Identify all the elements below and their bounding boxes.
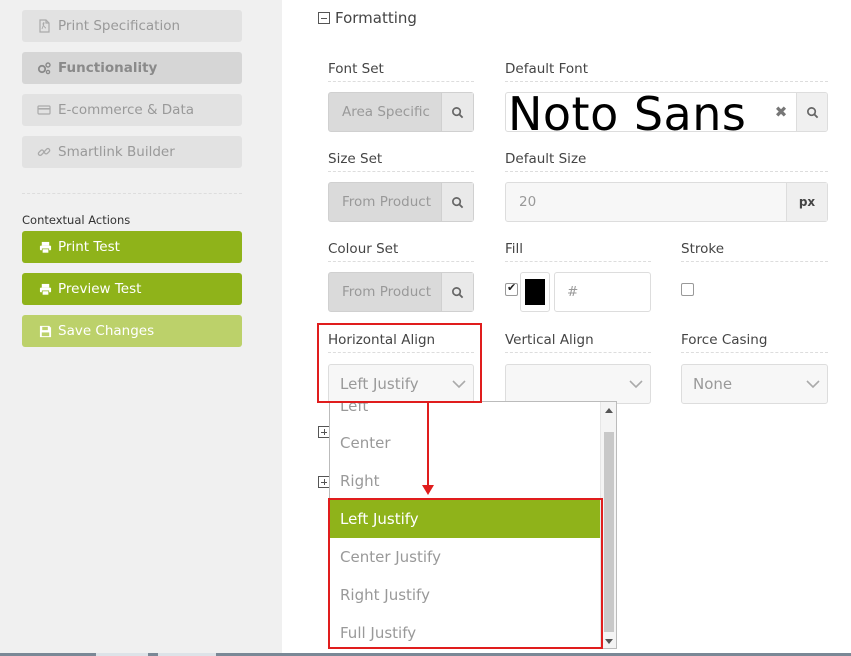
search-icon[interactable]: [441, 93, 473, 131]
search-icon[interactable]: [441, 273, 473, 311]
cogs-icon: [36, 60, 52, 76]
floppy-disk-icon: [37, 323, 53, 339]
chevron-down-icon: [799, 379, 827, 389]
font-set-value: Area Specific: [342, 104, 430, 120]
nav-ecommerce-data[interactable]: E-commerce & Data: [22, 94, 242, 126]
sidebar-divider: [22, 193, 242, 194]
sidebar: Print Specification Functionality E-comm…: [0, 0, 282, 656]
nav-smartlink-builder[interactable]: Smartlink Builder: [22, 136, 242, 168]
stroke-label: Stroke: [681, 241, 828, 262]
nav-label: Functionality: [58, 60, 158, 76]
default-size-field[interactable]: 20 px: [505, 182, 828, 222]
section-title: Formatting: [335, 9, 417, 27]
save-changes-button[interactable]: Save Changes: [22, 315, 242, 347]
collapse-icon: [318, 12, 330, 24]
default-size-value: 20: [519, 194, 537, 210]
fill-colour-picker[interactable]: [520, 272, 550, 312]
annotation-highlight-options: [328, 498, 603, 649]
font-set-label: Font Set: [328, 61, 474, 82]
nav-label: Print Specification: [58, 18, 181, 34]
size-set-field[interactable]: From Product: [328, 182, 474, 222]
default-size-label: Default Size: [505, 151, 828, 172]
contextual-actions-title: Contextual Actions: [22, 213, 131, 227]
colour-set-field[interactable]: From Product: [328, 272, 474, 312]
nav-label: E-commerce & Data: [58, 102, 195, 118]
preview-test-button[interactable]: Preview Test: [22, 273, 242, 305]
hex-placeholder: #: [567, 284, 579, 300]
clear-icon[interactable]: ✖: [766, 93, 796, 131]
dropdown-option[interactable]: Left: [330, 402, 601, 425]
colour-set-value: From Product: [342, 284, 431, 300]
scroll-down-arrow-icon[interactable]: [605, 639, 613, 644]
size-set-value: From Product: [342, 194, 431, 210]
fill-checkbox[interactable]: [505, 281, 518, 296]
vertical-align-select[interactable]: [505, 364, 651, 404]
action-label: Preview Test: [58, 281, 142, 297]
nav-print-specification[interactable]: Print Specification: [22, 10, 242, 42]
colour-set-label: Colour Set: [328, 241, 474, 262]
fill-hex-input[interactable]: #: [554, 272, 651, 312]
annotation-arrow-head: [422, 485, 434, 495]
stroke-checkbox[interactable]: [681, 283, 694, 296]
link-icon: [36, 144, 52, 160]
dropdown-option[interactable]: Center: [330, 424, 601, 462]
fill-label: Fill: [505, 241, 651, 262]
chevron-down-icon: [622, 379, 650, 389]
search-icon[interactable]: [796, 93, 827, 131]
pdf-file-icon: [36, 18, 52, 34]
annotation-highlight-select: [317, 323, 482, 403]
fill-colour-swatch: [525, 279, 545, 305]
default-font-preview: Noto Sans: [508, 92, 747, 132]
credit-card-icon: [36, 102, 52, 118]
annotation-arrow-line: [427, 401, 429, 487]
dropdown-option[interactable]: Right: [330, 462, 601, 500]
scrollbar-thumb[interactable]: [604, 432, 614, 632]
print-test-button[interactable]: Print Test: [22, 231, 242, 263]
nav-label: Smartlink Builder: [58, 144, 175, 160]
size-set-label: Size Set: [328, 151, 474, 172]
printer-icon: [37, 239, 53, 255]
font-set-field[interactable]: Area Specific: [328, 92, 474, 132]
vertical-align-label: Vertical Align: [505, 332, 651, 353]
action-label: Print Test: [58, 239, 120, 255]
search-icon[interactable]: [441, 183, 473, 221]
printer-icon: [37, 281, 53, 297]
force-casing-select[interactable]: None: [681, 364, 828, 404]
force-casing-label: Force Casing: [681, 332, 828, 353]
default-font-field[interactable]: Noto Sans ✖: [505, 92, 828, 132]
action-label: Save Changes: [58, 323, 155, 339]
default-font-label: Default Font: [505, 61, 828, 82]
nav-functionality[interactable]: Functionality: [22, 52, 242, 84]
force-casing-value: None: [693, 375, 733, 393]
size-unit: px: [786, 183, 827, 221]
formatting-section-toggle[interactable]: Formatting: [318, 9, 417, 27]
scroll-up-arrow-icon[interactable]: [605, 408, 613, 413]
